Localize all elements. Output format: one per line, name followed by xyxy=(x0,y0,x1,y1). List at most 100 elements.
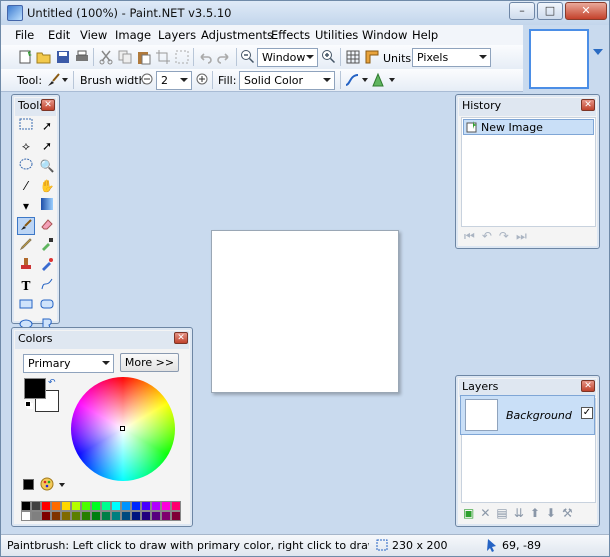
palette-swatch[interactable] xyxy=(61,511,71,521)
brush-width-combo[interactable]: 2 xyxy=(156,71,192,90)
menu-utilities[interactable]: Utilities xyxy=(315,28,358,42)
antialiasing-icon[interactable] xyxy=(344,72,360,88)
zoom-combo[interactable]: Window xyxy=(257,48,318,67)
palette-swatch[interactable] xyxy=(111,511,121,521)
menu-layers[interactable]: Layers xyxy=(158,28,196,42)
palette-swatch[interactable] xyxy=(101,501,111,511)
chevron-down-icon[interactable] xyxy=(389,78,395,82)
rectangle-icon[interactable] xyxy=(17,297,35,315)
palette-swatch[interactable] xyxy=(171,501,181,511)
color-mode-combo[interactable]: Primary xyxy=(23,354,114,373)
history-panel-close-button[interactable]: ✕ xyxy=(581,99,595,111)
palette-swatch[interactable] xyxy=(21,511,31,521)
palette-swatch[interactable] xyxy=(81,511,91,521)
duplicate-layer-icon[interactable]: ▤ xyxy=(496,506,513,520)
fast-forward-icon[interactable]: ⏭ xyxy=(516,229,534,243)
palette-swatch[interactable] xyxy=(131,511,141,521)
menu-adjustments[interactable]: Adjustments xyxy=(201,28,273,42)
layer-properties-icon[interactable]: ⚒ xyxy=(562,506,579,520)
palette-swatch[interactable] xyxy=(51,501,61,511)
menu-view[interactable]: View xyxy=(80,28,107,42)
palette-swatch[interactable] xyxy=(121,501,131,511)
reset-colors-icon[interactable] xyxy=(25,401,31,407)
palette-swatch[interactable] xyxy=(151,511,161,521)
move-layer-down-icon[interactable]: ⬇ xyxy=(546,506,562,520)
add-layer-icon[interactable]: ▣ xyxy=(463,506,480,520)
thumbnail-menu-arrow-icon[interactable] xyxy=(593,49,603,55)
copy-icon[interactable] xyxy=(117,49,133,65)
palette-swatch[interactable] xyxy=(51,511,61,521)
lasso-select-icon[interactable]: ⟡ xyxy=(17,137,35,155)
fill-combo[interactable]: Solid Color xyxy=(239,71,335,90)
palette-swatch[interactable] xyxy=(161,511,171,521)
palette-swatch[interactable] xyxy=(41,501,51,511)
gradient-icon[interactable] xyxy=(38,197,56,215)
rulers-icon[interactable] xyxy=(364,49,380,65)
palette-swatch[interactable] xyxy=(171,511,181,521)
menu-edit[interactable]: Edit xyxy=(48,28,70,42)
swap-colors-icon[interactable]: ↶ xyxy=(48,378,56,388)
step-forward-icon[interactable]: ↷ xyxy=(499,229,516,243)
paste-icon[interactable] xyxy=(136,49,152,65)
paintbrush-tool-icon[interactable] xyxy=(45,72,61,88)
paintbrush-icon[interactable] xyxy=(17,217,35,235)
clone-stamp-icon[interactable] xyxy=(17,257,35,275)
paint-bucket-icon[interactable]: ▾ xyxy=(17,197,35,215)
ellipse-select-icon[interactable] xyxy=(17,157,35,175)
eraser-icon[interactable] xyxy=(38,217,56,235)
rewind-icon[interactable]: ⏮ xyxy=(464,229,482,243)
palette-swatch[interactable] xyxy=(151,501,161,511)
pencil-icon[interactable] xyxy=(17,237,35,255)
maximize-button[interactable]: □ xyxy=(537,2,563,20)
move-selected-icon[interactable]: ➚ xyxy=(38,137,56,155)
step-back-icon[interactable]: ↶ xyxy=(482,229,499,243)
palette-swatch[interactable] xyxy=(141,511,151,521)
color-picker-icon[interactable] xyxy=(38,237,56,255)
chevron-down-icon[interactable] xyxy=(362,78,368,82)
move-layer-up-icon[interactable]: ⬆ xyxy=(530,506,546,520)
undo-icon[interactable] xyxy=(197,49,213,65)
rectangle-select-icon[interactable] xyxy=(17,117,35,135)
cut-icon[interactable] xyxy=(98,49,114,65)
grid-icon[interactable] xyxy=(345,49,361,65)
zoom-icon[interactable]: 🔍 xyxy=(38,157,56,175)
chevron-down-icon[interactable] xyxy=(62,78,68,82)
decrease-width-icon[interactable] xyxy=(141,73,153,85)
colors-panel-close-button[interactable]: ✕ xyxy=(174,332,188,344)
more-colors-button[interactable]: More >> xyxy=(120,353,179,372)
open-file-icon[interactable] xyxy=(36,49,52,65)
units-combo[interactable]: Pixels xyxy=(412,48,491,67)
palette-swatch[interactable] xyxy=(71,501,81,511)
menu-file[interactable]: File xyxy=(15,28,34,42)
merge-layer-down-icon[interactable]: ⇊ xyxy=(514,506,530,520)
recolor-icon[interactable] xyxy=(38,257,56,275)
palette-swatch[interactable] xyxy=(141,501,151,511)
close-button[interactable]: ✕ xyxy=(565,2,607,20)
palette-swatch[interactable] xyxy=(81,501,91,511)
history-item[interactable]: New Image xyxy=(463,119,594,135)
magic-wand-icon[interactable]: ⁄ xyxy=(17,177,35,195)
crop-to-selection-icon[interactable] xyxy=(155,49,171,65)
primary-color-swatch[interactable] xyxy=(24,378,46,399)
palette-swatch[interactable] xyxy=(41,511,51,521)
palette-swatch[interactable] xyxy=(101,511,111,521)
delete-layer-icon[interactable]: ✕ xyxy=(480,506,496,520)
pan-icon[interactable]: ✋ xyxy=(38,177,56,195)
image-thumbnail[interactable] xyxy=(529,29,589,89)
palette-swatch[interactable] xyxy=(91,501,101,511)
palette-swatch[interactable] xyxy=(131,501,141,511)
menu-image[interactable]: Image xyxy=(115,28,151,42)
save-icon[interactable] xyxy=(55,49,71,65)
deselect-icon[interactable] xyxy=(174,49,190,65)
zoom-out-icon[interactable] xyxy=(240,49,256,65)
tools-panel-close-button[interactable]: ✕ xyxy=(41,99,55,111)
palette-swatch[interactable] xyxy=(31,511,41,521)
chevron-down-icon[interactable] xyxy=(59,483,65,487)
redo-icon[interactable] xyxy=(216,49,232,65)
alpha-blending-icon[interactable] xyxy=(370,72,386,88)
minimize-button[interactable]: – xyxy=(509,2,535,20)
menu-effects[interactable]: Effects xyxy=(271,28,310,42)
print-icon[interactable] xyxy=(74,49,90,65)
palette-swatch[interactable] xyxy=(61,501,71,511)
line-curve-icon[interactable] xyxy=(38,277,56,295)
